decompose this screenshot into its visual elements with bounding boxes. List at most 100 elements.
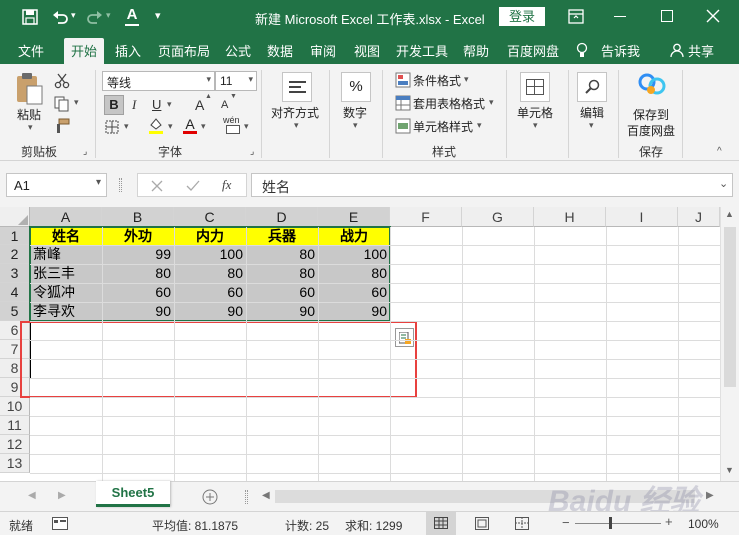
formula-input[interactable]: 姓名 [251,173,733,197]
next-sheet-icon[interactable]: ▶ [58,490,66,501]
page-layout-view-icon[interactable] [475,517,489,530]
paste-icon[interactable] [14,72,44,106]
zoom-in-icon[interactable]: + [665,514,673,529]
cells-button[interactable]: 单元格 [517,104,553,121]
format-as-table-dropdown-icon[interactable]: ▾ [489,97,494,108]
tab-file[interactable]: 文件 [18,41,44,60]
page-break-preview-icon[interactable] [515,517,529,530]
phonetic-guide-button[interactable]: wén [223,115,240,125]
save-to-line2[interactable]: 百度网盘 [627,122,675,139]
zoom-slider-track[interactable] [575,523,661,524]
phonetic-dropdown-icon[interactable]: ▾ [244,121,249,132]
underline-dropdown-icon[interactable]: ▾ [167,99,172,110]
redo-dropdown-icon[interactable]: ▾ [106,10,111,21]
confirm-entry-icon[interactable] [186,180,200,192]
worksheet-grid[interactable]: ABCDEFGHIJ 1 2 3 4 5 6 7 8 9 10 11 12 13 姓名 外功 内力 兵器 战力萧… [0,207,720,481]
customize-qat-icon[interactable]: ▾ [155,9,161,22]
font-launcher-icon[interactable]: ⌟ [250,146,254,157]
fill-color-dropdown-icon[interactable]: ▾ [168,121,173,132]
splitter-handle[interactable] [119,178,122,192]
tab-baidu-netdisk[interactable]: 百度网盘 [507,41,559,60]
cut-icon[interactable] [54,73,70,89]
conditional-formatting-icon[interactable] [395,72,411,88]
tab-view[interactable]: 视图 [354,41,380,60]
percent-icon[interactable]: % [341,72,371,102]
font-color-button[interactable]: A [183,117,197,134]
font-size-combo[interactable]: 11 ▾ [215,71,257,91]
macro-record-icon[interactable] [52,517,68,530]
editing-dropdown-icon[interactable]: ▾ [589,120,594,131]
borders-dropdown-icon[interactable]: ▾ [124,121,129,132]
number-dropdown-icon[interactable]: ▾ [353,120,358,131]
clipboard-launcher-icon[interactable]: ⌟ [83,146,87,157]
zoom-level[interactable]: 100% [688,517,719,531]
name-box[interactable]: A1 ▾ [6,173,107,197]
copy-dropdown-icon[interactable]: ▾ [74,97,79,108]
cells-dropdown-icon[interactable]: ▾ [533,120,538,131]
tab-formulas[interactable]: 公式 [225,41,251,60]
maximize-icon[interactable] [661,10,673,22]
scroll-left-icon[interactable]: ◀ [262,490,270,501]
editing-icon[interactable] [577,72,607,102]
font-color-qat-icon[interactable]: A [125,6,139,26]
cells-icon[interactable] [520,72,550,102]
alignment-icon[interactable] [282,72,312,102]
cell-styles-dropdown-icon[interactable]: ▾ [477,120,482,131]
expand-formula-bar-icon[interactable]: ⌄ [719,177,728,190]
login-button[interactable]: 登录 [499,7,545,26]
zoom-out-icon[interactable]: − [562,515,570,530]
insert-function-icon[interactable]: fx [222,177,231,193]
add-sheet-icon[interactable] [202,489,218,505]
tell-me-search[interactable]: 告诉我 [601,41,640,60]
paste-label[interactable]: 粘贴 [17,106,41,123]
sheet-tab-sheet5[interactable]: Sheet5 [96,481,170,507]
baidu-netdisk-icon[interactable] [638,72,666,98]
italic-button[interactable]: I [132,97,136,113]
paste-dropdown-icon[interactable]: ▾ [28,122,33,133]
prev-sheet-icon[interactable]: ◀ [28,490,36,501]
tab-home[interactable]: 开始 [64,38,105,64]
format-as-table-button[interactable]: 套用表格格式 [413,95,485,112]
format-as-table-icon[interactable] [395,95,411,111]
conditional-formatting-dropdown-icon[interactable]: ▾ [464,74,469,85]
font-color-dropdown-icon[interactable]: ▾ [201,121,206,132]
tab-review[interactable]: 审阅 [310,41,336,60]
ribbon-display-options-icon[interactable] [568,9,584,24]
minimize-icon[interactable] [614,16,626,17]
underline-button[interactable]: U [152,97,161,112]
tab-data[interactable]: 数据 [267,41,293,60]
alignment-dropdown-icon[interactable]: ▾ [294,120,299,131]
collapse-ribbon-icon[interactable]: ^ [717,146,722,157]
editing-button[interactable]: 编辑 [580,104,604,121]
redo-icon[interactable] [87,9,103,25]
tab-insert[interactable]: 插入 [115,41,141,60]
scroll-up-icon[interactable]: ▲ [725,209,734,219]
cell-styles-icon[interactable] [395,118,411,134]
undo-dropdown-icon[interactable]: ▾ [71,10,76,21]
copy-icon[interactable] [54,96,70,112]
conditional-formatting-button[interactable]: 条件格式 [413,72,461,89]
decrease-font-size-button[interactable]: A [221,99,228,111]
close-icon[interactable] [706,9,720,23]
cancel-entry-icon[interactable] [151,180,163,192]
zoom-slider-thumb[interactable] [609,517,612,529]
bold-button[interactable]: B [104,95,124,115]
increase-font-size-button[interactable]: A [195,97,204,113]
alignment-button[interactable]: 对齐方式 [271,104,319,121]
normal-view-button[interactable] [426,512,456,535]
scroll-right-icon[interactable]: ▶ [706,490,714,501]
fill-color-icon[interactable] [148,117,164,135]
number-format-button[interactable]: 数字 [343,104,367,121]
tab-splitter[interactable] [245,490,248,504]
scrollbar-thumb[interactable] [724,227,736,387]
borders-icon[interactable] [105,120,119,134]
scroll-down-icon[interactable]: ▼ [725,465,734,475]
save-icon[interactable] [22,9,38,25]
format-painter-icon[interactable] [54,118,70,134]
tab-page-layout[interactable]: 页面布局 [158,41,210,60]
share-button[interactable]: 共享 [688,41,714,60]
tab-developer[interactable]: 开发工具 [396,41,448,60]
vertical-scrollbar[interactable]: ▲ ▼ [720,207,739,481]
font-name-combo[interactable]: 等线 ▾ [102,71,215,91]
save-to-line1[interactable]: 保存到 [633,106,669,123]
